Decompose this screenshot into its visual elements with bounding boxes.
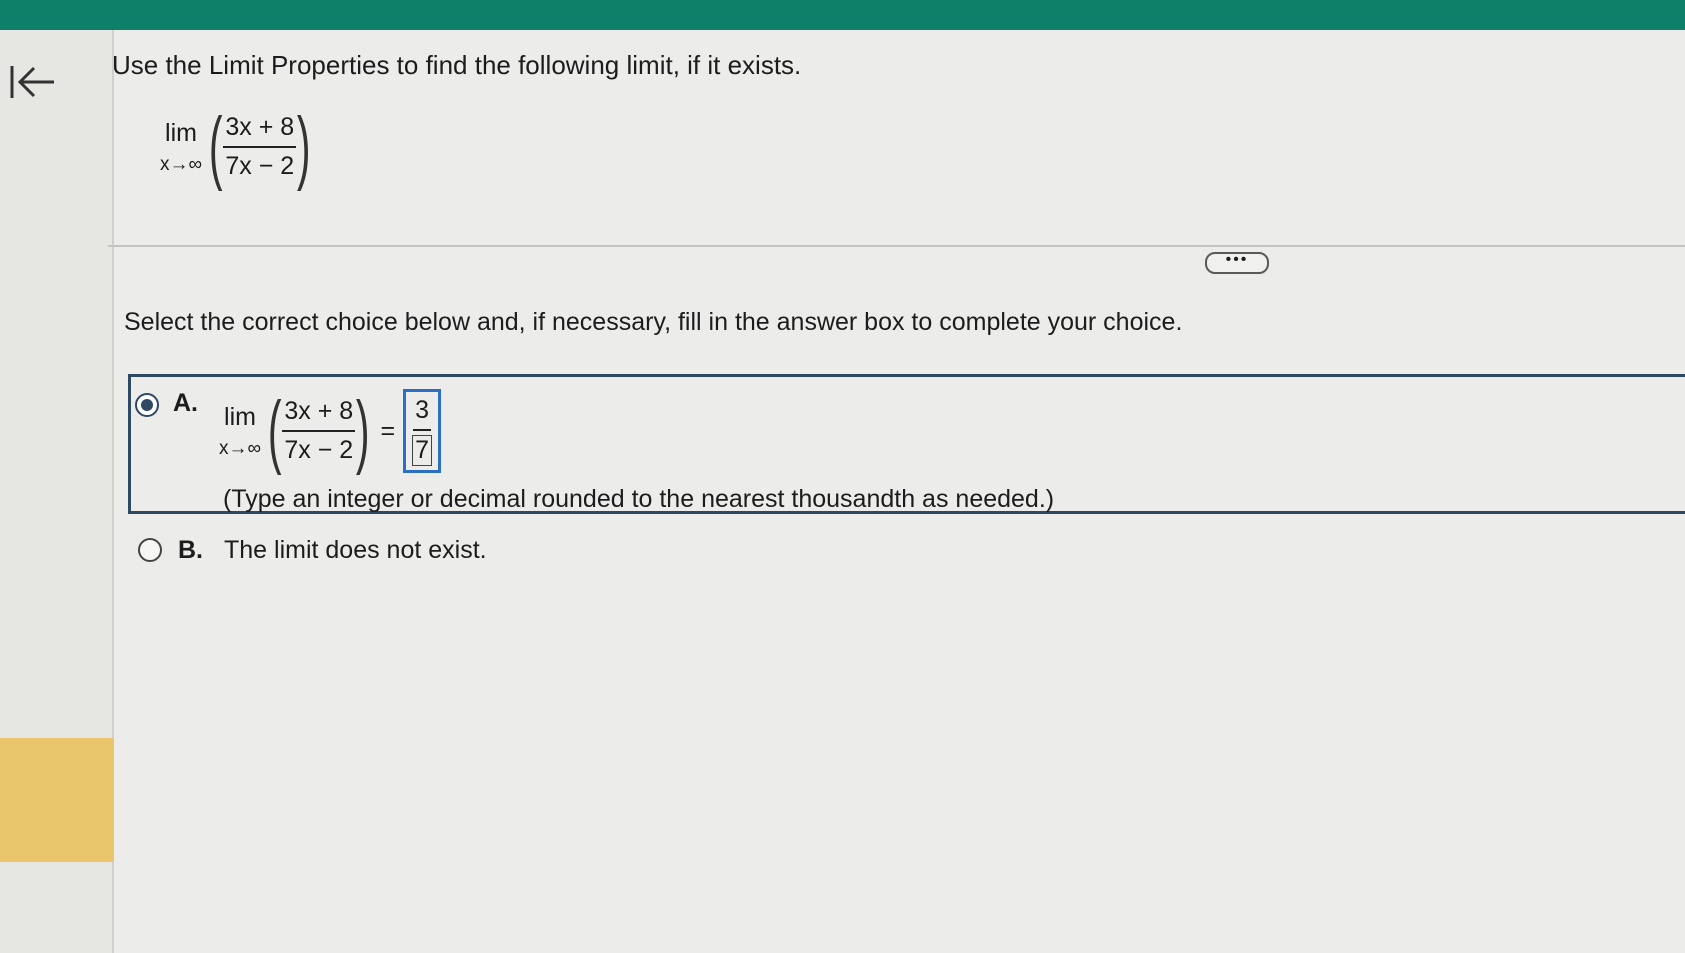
back-arrow-icon <box>10 66 54 98</box>
top-bar <box>0 0 1685 30</box>
answer-box[interactable]: 3 7 <box>403 389 441 473</box>
answer-hint: (Type an integer or decimal rounded to t… <box>223 485 1055 513</box>
left-paren: ( <box>267 385 282 476</box>
section-divider <box>108 245 1685 247</box>
answer-numerator[interactable]: 3 <box>413 396 431 431</box>
choice-b[interactable]: B. The limit does not exist. <box>138 534 518 570</box>
choice-b-text: The limit does not exist. <box>224 536 487 564</box>
equals-sign: = <box>380 416 396 445</box>
lim-subscript: x→∞ <box>219 437 262 459</box>
choice-a[interactable]: A. lim x→∞ ( 3x + 8 7x − 2 ) = 3 7 (Type… <box>128 374 1685 514</box>
right-paren: ) <box>297 101 311 192</box>
right-paren: ) <box>356 385 370 476</box>
lim-subscript: x→∞ <box>160 153 203 175</box>
fraction: 3x + 8 7x − 2 <box>223 113 297 181</box>
sidebar <box>0 30 118 953</box>
question-limit-expression: lim x→∞ ( 3x + 8 7x − 2 ) <box>160 106 311 188</box>
question-prompt: Use the Limit Properties to find the fol… <box>112 50 802 80</box>
fraction-denominator: 7x − 2 <box>284 436 354 464</box>
fraction: 3x + 8 7x − 2 <box>282 397 356 465</box>
more-options-button[interactable]: ••• <box>1205 252 1269 274</box>
lim-operator: lim x→∞ <box>219 403 261 460</box>
choice-a-letter: A. <box>173 389 198 417</box>
fraction-numerator: 3x + 8 <box>223 113 297 148</box>
back-to-start-button[interactable] <box>8 62 60 102</box>
lim-operator: lim x→∞ <box>160 119 202 176</box>
fraction-denominator: 7x − 2 <box>225 152 295 180</box>
left-paren: ( <box>208 101 223 192</box>
answer-denominator[interactable]: 7 <box>412 435 432 466</box>
lim-word: lim <box>224 402 256 431</box>
choice-b-letter: B. <box>178 536 203 564</box>
instruction-text: Select the correct choice below and, if … <box>124 308 1183 336</box>
sidebar-tab[interactable] <box>0 738 118 862</box>
fraction-numerator: 3x + 8 <box>282 397 356 432</box>
choice-a-radio[interactable] <box>135 393 159 417</box>
choice-a-limit-expression: lim x→∞ ( 3x + 8 7x − 2 ) = 3 7 <box>219 389 441 473</box>
lim-word: lim <box>165 118 197 147</box>
choice-b-radio[interactable] <box>138 538 162 562</box>
